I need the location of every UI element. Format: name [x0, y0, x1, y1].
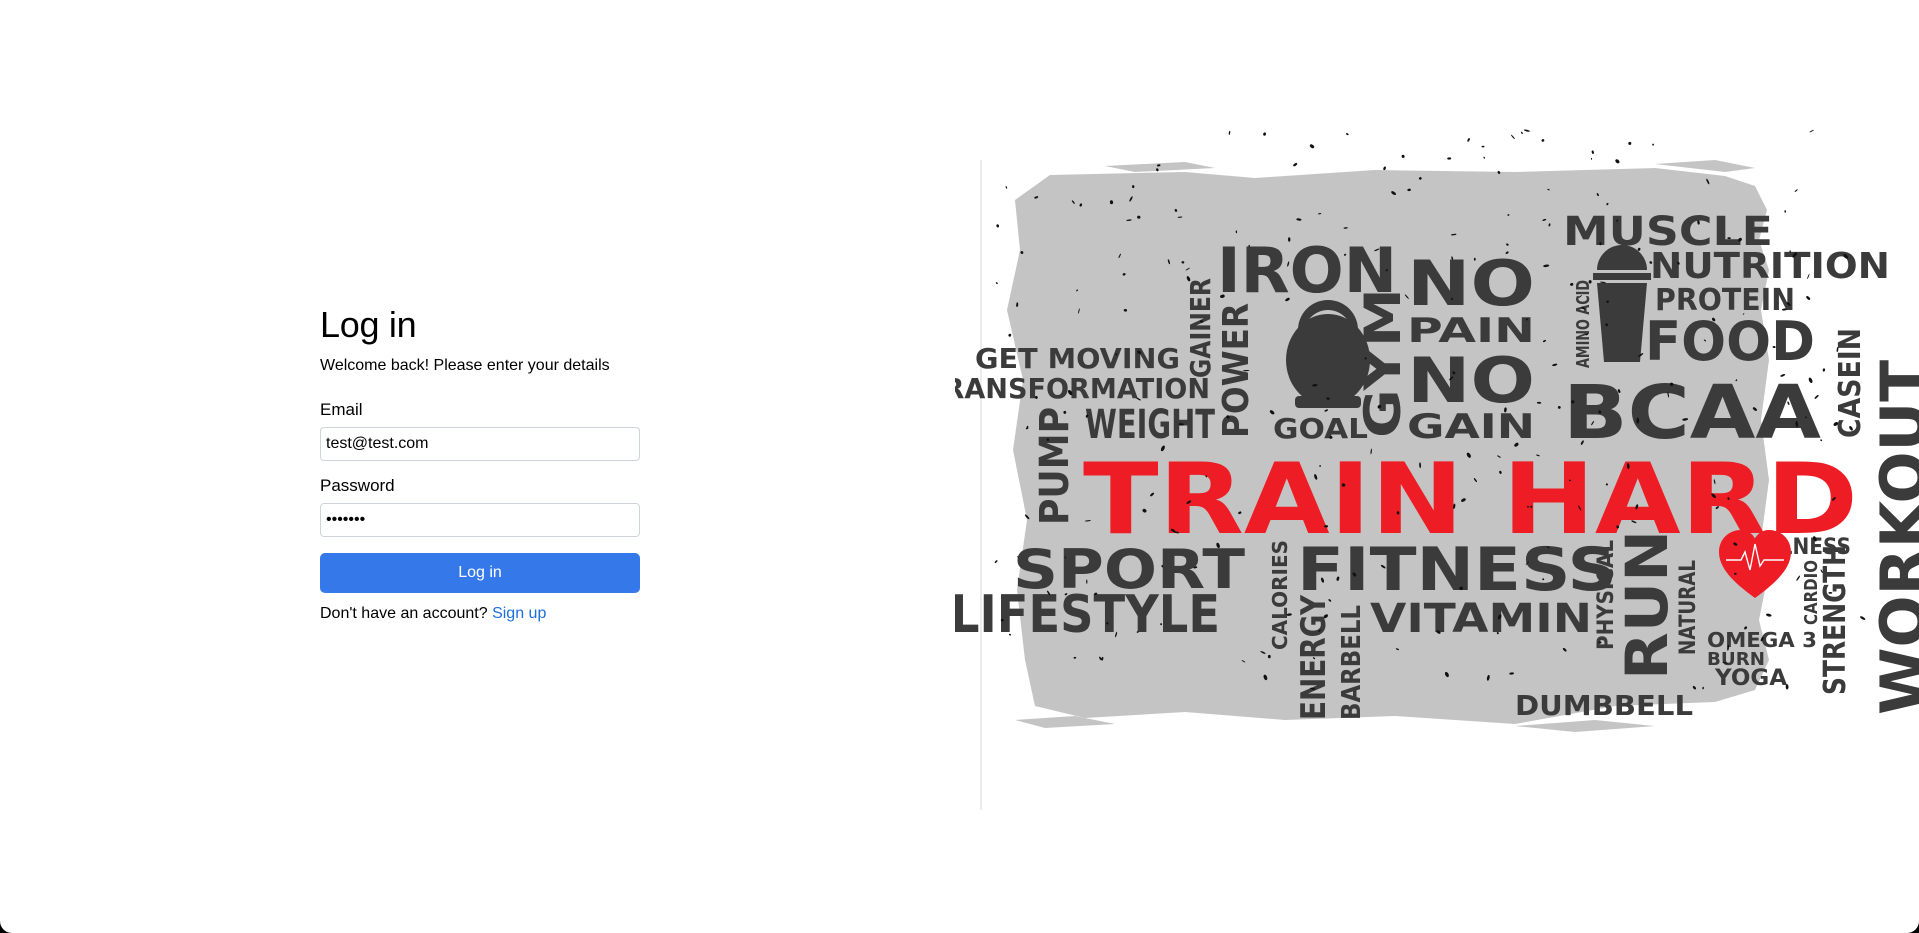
grunge-speckle [1309, 144, 1315, 149]
grunge-speckle [1809, 129, 1814, 133]
grunge-speckle [1766, 613, 1772, 617]
word-run: RUN [1613, 530, 1681, 680]
grunge-speckle [1401, 154, 1405, 158]
grunge-speckle [1828, 592, 1833, 594]
grunge-speckle [1784, 210, 1787, 213]
grunge-speckle [1806, 296, 1811, 300]
email-field[interactable] [320, 427, 640, 461]
email-label: Email [320, 400, 363, 419]
page-subtitle: Welcome back! Please enter your details [320, 357, 610, 374]
browser-viewport: Log in Welcome back! Please enter your d… [0, 0, 1919, 933]
word-workout: WORKOUT [1867, 360, 1919, 715]
grunge-speckle [1628, 141, 1632, 145]
grunge-speckle [1541, 139, 1545, 142]
grunge-speckle [1652, 143, 1655, 146]
signup-prompt: Don't have an account? Sign up [320, 603, 640, 625]
word-natural: NATURAL [1676, 560, 1701, 655]
grunge-speckle [1520, 131, 1523, 134]
word-lifestyle: LIFESTYLE [955, 585, 1220, 645]
word-gainer: GAINER [1184, 278, 1217, 378]
grunge-speckle [1008, 333, 1012, 337]
page-title: Log in [320, 304, 417, 345]
grunge-speckle [1860, 616, 1866, 620]
grunge-speckle [1523, 129, 1530, 132]
grunge-speckle [1086, 579, 1088, 584]
grunge-speckle [994, 560, 998, 564]
no-account-text: Don't have an account? [320, 605, 488, 622]
grunge-speckle [1591, 150, 1594, 154]
word-amino-acid: AMINO ACID [1573, 280, 1594, 368]
grunge-speckle [1483, 156, 1486, 159]
grunge-speckle [1263, 132, 1267, 136]
grunge-speckle [996, 224, 1000, 228]
grunge-speckle [1447, 157, 1452, 160]
grunge-speckle [1590, 157, 1593, 160]
grunge-speckle [1481, 145, 1485, 148]
grunge-speckle [1822, 368, 1826, 372]
word-weight: WEIGHT [1085, 402, 1216, 448]
word-transformation: TRANSFORMATION [955, 372, 1210, 405]
grunge-speckle [1228, 130, 1231, 135]
word-barbell: BARBELL [1337, 605, 1367, 720]
word-fitness: FITNESS [1297, 535, 1617, 605]
word-casein: CASEIN [1833, 328, 1868, 438]
word-get-moving: GET MOVING [975, 342, 1180, 375]
grunge-speckle [1794, 189, 1798, 192]
word-gain: GAIN [1407, 407, 1535, 447]
word-nutrition: NUTRITION [1650, 246, 1890, 287]
word-pump: PUMP [1032, 407, 1078, 525]
grunge-speckle [1293, 162, 1298, 167]
word-gym: GYM [1354, 288, 1412, 438]
grunge-speckle [995, 282, 998, 285]
word-no-top: NO [1407, 247, 1535, 320]
word-power: POWER [1216, 303, 1257, 438]
word-food: FOOD [1645, 310, 1815, 373]
login-button[interactable]: Log in [320, 553, 640, 593]
fitness-word-cloud-image: GET MOVING TRANSFORMATION GAINER IRON PO… [955, 129, 1919, 810]
word-vitamin: VITAMIN [1370, 596, 1592, 642]
signup-link[interactable]: Sign up [492, 605, 546, 622]
login-panel: Log in Welcome back! Please enter your d… [320, 300, 640, 625]
word-strength: STRENGTH [1818, 545, 1853, 695]
grunge-speckle [1511, 134, 1515, 140]
password-label: Password [320, 476, 395, 495]
word-energy: ENERGY [1294, 595, 1334, 720]
grunge-speckle [1383, 166, 1386, 171]
grunge-speckle [1005, 186, 1008, 189]
grunge-background-streak [1105, 162, 1215, 172]
word-calories: CALORIES [1268, 540, 1292, 650]
grunge-speckle [1467, 138, 1470, 142]
grunge-background-streak [1015, 716, 1115, 728]
word-yoga: YOGA [1714, 666, 1787, 691]
grunge-speckle [1636, 417, 1640, 424]
password-field[interactable] [320, 503, 640, 537]
grunge-speckle [1345, 133, 1349, 136]
grunge-speckle [1615, 159, 1620, 164]
word-dumbbell: DUMBBELL [1515, 689, 1693, 722]
grunge-speckle [1796, 575, 1801, 581]
